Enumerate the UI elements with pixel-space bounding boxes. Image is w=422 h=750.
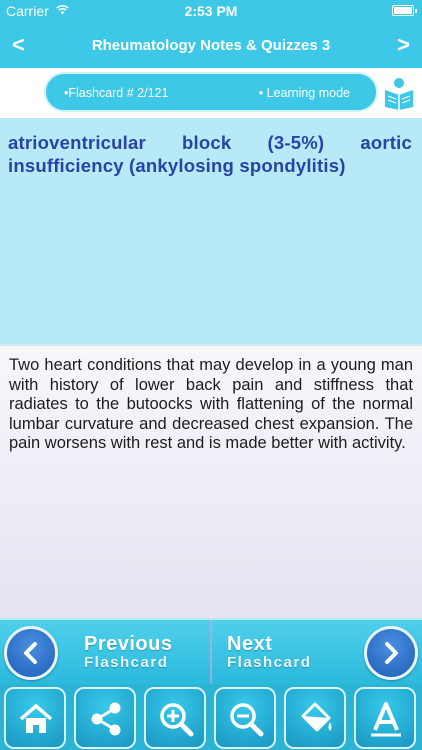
flashcard-info-pill: •Flashcard # 2/121 • Learning mode [44, 72, 378, 112]
next-sublabel: Flashcard [227, 654, 312, 671]
arrow-right-icon [364, 626, 418, 680]
arrow-left-icon [4, 626, 58, 680]
chevron-right-icon[interactable]: > [397, 32, 410, 58]
term-panel: atrioventricular block (3-5%) aortic ins… [0, 118, 422, 344]
background-color-button[interactable] [284, 687, 346, 749]
zoom-in-icon [160, 703, 194, 737]
battery-icon [392, 5, 417, 16]
previous-flashcard-button[interactable]: Previous Flashcard [0, 626, 211, 680]
next-flashcard-button[interactable]: Next Flashcard [211, 626, 422, 680]
flashcard-navigation: Previous Flashcard Next Flashcard [0, 618, 422, 686]
home-icon [19, 704, 53, 733]
clock: 2:53 PM [184, 3, 238, 19]
info-row: •Flashcard # 2/121 • Learning mode [0, 68, 422, 118]
previous-sublabel: Flashcard [84, 654, 169, 671]
share-button[interactable] [74, 687, 136, 749]
zoom-out-icon [230, 703, 264, 737]
definition-panel: Two heart conditions that may develop in… [0, 346, 422, 618]
previous-label: Previous [84, 633, 173, 655]
font-icon [371, 702, 401, 737]
home-button[interactable] [4, 687, 66, 749]
flashcard-term: atrioventricular block (3-5%) aortic ins… [8, 132, 412, 176]
page-title: Rheumatology Notes & Quizzes 3 [91, 37, 331, 54]
zoom-out-button[interactable] [214, 687, 276, 749]
font-size-button[interactable] [354, 687, 416, 749]
next-label: Next [227, 633, 273, 655]
mode-label: • Learning mode [258, 86, 350, 100]
bottom-toolbar [0, 684, 422, 750]
status-bar: Carrier 2:53 PM [0, 0, 422, 22]
nav-bar: < Rheumatology Notes & Quizzes 3 > [0, 22, 422, 68]
share-icon [91, 702, 121, 736]
book-reader-icon [385, 78, 413, 110]
paint-bucket-icon [301, 702, 332, 732]
flashcard-counter: •Flashcard # 2/121 [64, 86, 169, 100]
zoom-in-button[interactable] [144, 687, 206, 749]
flashcard-definition: Two heart conditions that may develop in… [9, 356, 413, 452]
